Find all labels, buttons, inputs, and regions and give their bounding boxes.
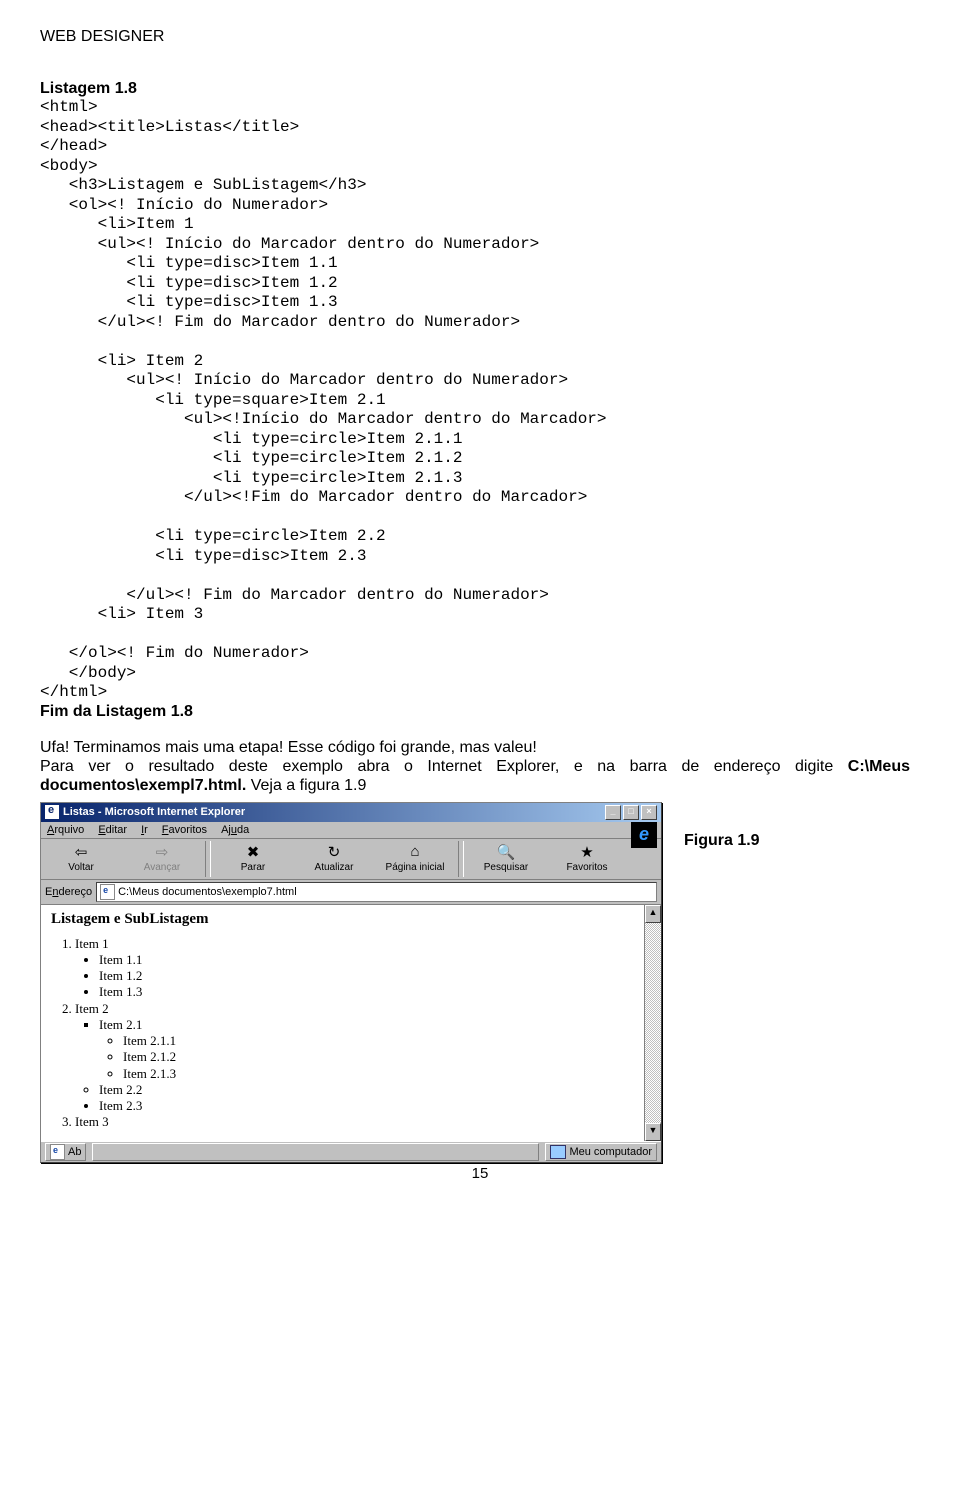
close-button[interactable]: × <box>641 805 657 820</box>
titlebar: Listas - Microsoft Internet Explorer _ □… <box>41 803 661 822</box>
item-2-1-1: Item 2.1.1 <box>123 1033 634 1049</box>
menu-favoritos[interactable]: Favoritos <box>162 824 207 836</box>
status-mid <box>92 1143 539 1161</box>
menu-editar[interactable]: Editar <box>98 824 127 836</box>
computer-icon <box>550 1145 566 1159</box>
figure-label: Figura 1.9 <box>684 832 760 850</box>
address-field[interactable]: C:\Meus documentos\exemplo7.html <box>96 882 657 902</box>
menubar: Arquivo Editar Ir Favoritos Ajuda e <box>41 822 661 839</box>
scroll-track[interactable] <box>645 923 661 1123</box>
item-2-3: Item 2.3 <box>99 1098 634 1114</box>
content-heading: Listagem e SubListagem <box>51 911 634 928</box>
paragraph-2: Para ver o resultado deste exemplo abra … <box>40 758 910 796</box>
search-button[interactable]: 🔍Pesquisar <box>466 841 547 875</box>
status-zone: Meu computador <box>545 1143 657 1161</box>
item-1-3: Item 1.3 <box>99 984 634 1000</box>
paragraph-1: Ufa! Terminamos mais uma etapa! Esse cód… <box>40 739 910 758</box>
menu-ir[interactable]: Ir <box>141 824 148 836</box>
home-button[interactable]: ⌂Página inicial <box>375 841 456 875</box>
vertical-scrollbar[interactable]: ▲ ▼ <box>644 905 661 1141</box>
item-2: Item 2 Item 2.1 Item 2.1.1 Item 2.1.2 It… <box>75 1001 634 1115</box>
page-header: WEB DESIGNER <box>40 28 920 46</box>
item-1-2: Item 1.2 <box>99 968 634 984</box>
maximize-button[interactable]: □ <box>623 805 639 820</box>
ie-throbber: e <box>631 822 657 848</box>
paragraph-2b: Veja a figura 1.9 <box>246 777 366 794</box>
listing-title: Listagem 1.8 <box>40 80 920 98</box>
item-2-1-3: Item 2.1.3 <box>123 1066 634 1082</box>
toolbar: ⇦Voltar ⇨Avançar ✖Parar ↻Atualizar ⌂Pági… <box>41 839 661 880</box>
address-value: C:\Meus documentos\exemplo7.html <box>118 886 297 898</box>
status-left: Ab <box>45 1143 86 1161</box>
paragraph-2a: Para ver o resultado deste exemplo abra … <box>40 758 848 775</box>
numbered-list: Item 1 Item 1.1 Item 1.2 Item 1.3 Item 2… <box>75 936 634 1131</box>
item-1: Item 1 Item 1.1 Item 1.2 Item 1.3 <box>75 936 634 1001</box>
address-label: Endereço <box>45 886 92 898</box>
menu-ajuda[interactable]: Ajuda <box>221 824 249 836</box>
stop-button[interactable]: ✖Parar <box>213 841 294 875</box>
item-3: Item 3 <box>75 1114 634 1130</box>
refresh-button[interactable]: ↻Atualizar <box>294 841 375 875</box>
item-2-1: Item 2.1 Item 2.1.1 Item 2.1.2 Item 2.1.… <box>99 1017 634 1082</box>
scroll-down-button[interactable]: ▼ <box>645 1123 661 1141</box>
listing-end: Fim da Listagem 1.8 <box>40 703 920 721</box>
forward-button[interactable]: ⇨Avançar <box>122 841 203 875</box>
minimize-button[interactable]: _ <box>605 805 621 820</box>
toolbar-separator-2 <box>458 841 464 877</box>
ie-icon <box>45 805 59 819</box>
toolbar-separator <box>205 841 211 877</box>
favorites-button[interactable]: ★Favoritos <box>547 841 628 875</box>
item-2-2: Item 2.2 <box>99 1082 634 1098</box>
page-number: 15 <box>40 1165 920 1182</box>
page-icon <box>100 884 115 900</box>
back-button[interactable]: ⇦Voltar <box>41 841 122 875</box>
menu-arquivo[interactable]: Arquivo <box>47 824 84 836</box>
address-bar: Endereço C:\Meus documentos\exemplo7.htm… <box>41 880 661 905</box>
status-bar: Ab Meu computador <box>41 1141 661 1162</box>
code-listing: <html> <head><title>Listas</title> </hea… <box>40 98 920 703</box>
window-title: Listas - Microsoft Internet Explorer <box>63 806 245 818</box>
browser-window: Listas - Microsoft Internet Explorer _ □… <box>40 802 662 1163</box>
item-2-1-2: Item 2.1.2 <box>123 1049 634 1065</box>
scroll-up-button[interactable]: ▲ <box>645 905 661 923</box>
page-content: Listagem e SubListagem Item 1 Item 1.1 I… <box>41 905 644 1141</box>
item-1-1: Item 1.1 <box>99 952 634 968</box>
page-icon <box>50 1144 65 1160</box>
